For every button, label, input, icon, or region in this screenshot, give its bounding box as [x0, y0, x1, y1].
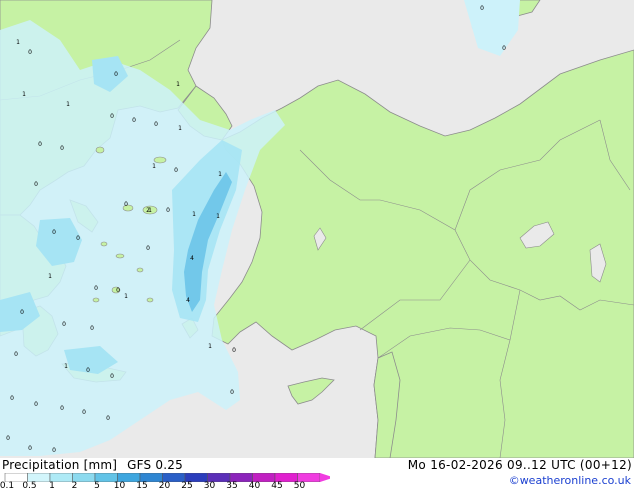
precip-value-label: 1: [66, 101, 70, 108]
precip-value-label: 0: [60, 145, 64, 152]
precip-value-label: 0: [94, 285, 98, 292]
precip-value-label: 0: [34, 181, 38, 188]
island: [146, 297, 154, 303]
precip-value-label: 0: [146, 245, 150, 252]
credit-link[interactable]: ©weatheronline.co.uk: [509, 474, 631, 487]
precip-value-label: 1: [218, 171, 222, 178]
precip-value-label: 0: [52, 447, 56, 454]
precip-value-label: 1: [178, 125, 182, 132]
precip-value-label: 1: [124, 293, 128, 300]
precip-value-label: 0: [154, 121, 158, 128]
precip-value-label: 0: [124, 201, 128, 208]
precip-value-label: 0: [28, 445, 32, 452]
precip-value-label: 1: [152, 163, 156, 170]
precip-value-label: 0: [82, 409, 86, 416]
precip-value-label: 2: [146, 207, 150, 214]
precip-value-label: 0: [14, 351, 18, 358]
precip-value-label: 0: [230, 389, 234, 396]
precip-value-label: 0: [132, 117, 136, 124]
product-title: Precipitation [mm] GFS 0.25: [2, 458, 183, 472]
precip-value-label: 0: [28, 49, 32, 56]
precip-value-label: 0: [106, 415, 110, 422]
precip-value-label: 0: [6, 435, 10, 442]
model-label: GFS 0.25: [127, 458, 183, 472]
precip-value-label: 0: [86, 367, 90, 374]
footer-bar: Precipitation [mm] GFS 0.25 Mo 16-02-2026…: [0, 458, 634, 491]
island: [136, 267, 144, 273]
precip-value-label: 0: [34, 401, 38, 408]
precip-value-label: 1: [192, 211, 196, 218]
precipitation-map: 0 1 0 1 0 0 1 0 0 0 1 1 0 1 0 1 0 0 0 1 2 0 1 0 0 1 0 4 1 4 0 0 1 0 0 0 0 1 0 0…: [0, 0, 634, 458]
island: [92, 297, 100, 303]
precip-value-label: 1: [48, 273, 52, 280]
precip-value-label: 0: [76, 235, 80, 242]
precip-value-label: 0: [52, 229, 56, 236]
precip-value-label: 0: [166, 207, 170, 214]
precip-value-label: 4: [186, 297, 190, 304]
precip-value-label: 4: [190, 255, 194, 262]
precip-value-label: 0: [480, 5, 484, 12]
precip-value-label: 0: [502, 45, 506, 52]
precip-value-label: 1: [16, 39, 20, 46]
precip-value-label: 1: [22, 91, 26, 98]
precip-value-label: 0: [116, 287, 120, 294]
product-label: Precipitation [mm]: [2, 458, 118, 472]
precip-value-label: 0: [110, 113, 114, 120]
precip-value-label: 1: [176, 81, 180, 88]
island: [100, 241, 108, 247]
precip-value-label: 0: [10, 395, 14, 402]
precip-value-label: 0: [114, 71, 118, 78]
precip-value-label: 0: [60, 405, 64, 412]
precip-value-label: 0: [20, 309, 24, 316]
precip-value-label: 1: [216, 213, 220, 220]
precip-value-label: 1: [64, 363, 68, 370]
island: [115, 253, 125, 259]
precip-value-label: 0: [90, 325, 94, 332]
precip-value-label: 1: [208, 343, 212, 350]
precip-value-label: 0: [110, 373, 114, 380]
precip-value-label: 0: [38, 141, 42, 148]
precip-value-label: 0: [232, 347, 236, 354]
datetime-label: Mo 16-02-2026 09..12 UTC (00+12): [407, 458, 632, 472]
precip-value-label: 0: [174, 167, 178, 174]
precip-value-label: 0: [62, 321, 66, 328]
island: [95, 146, 105, 154]
